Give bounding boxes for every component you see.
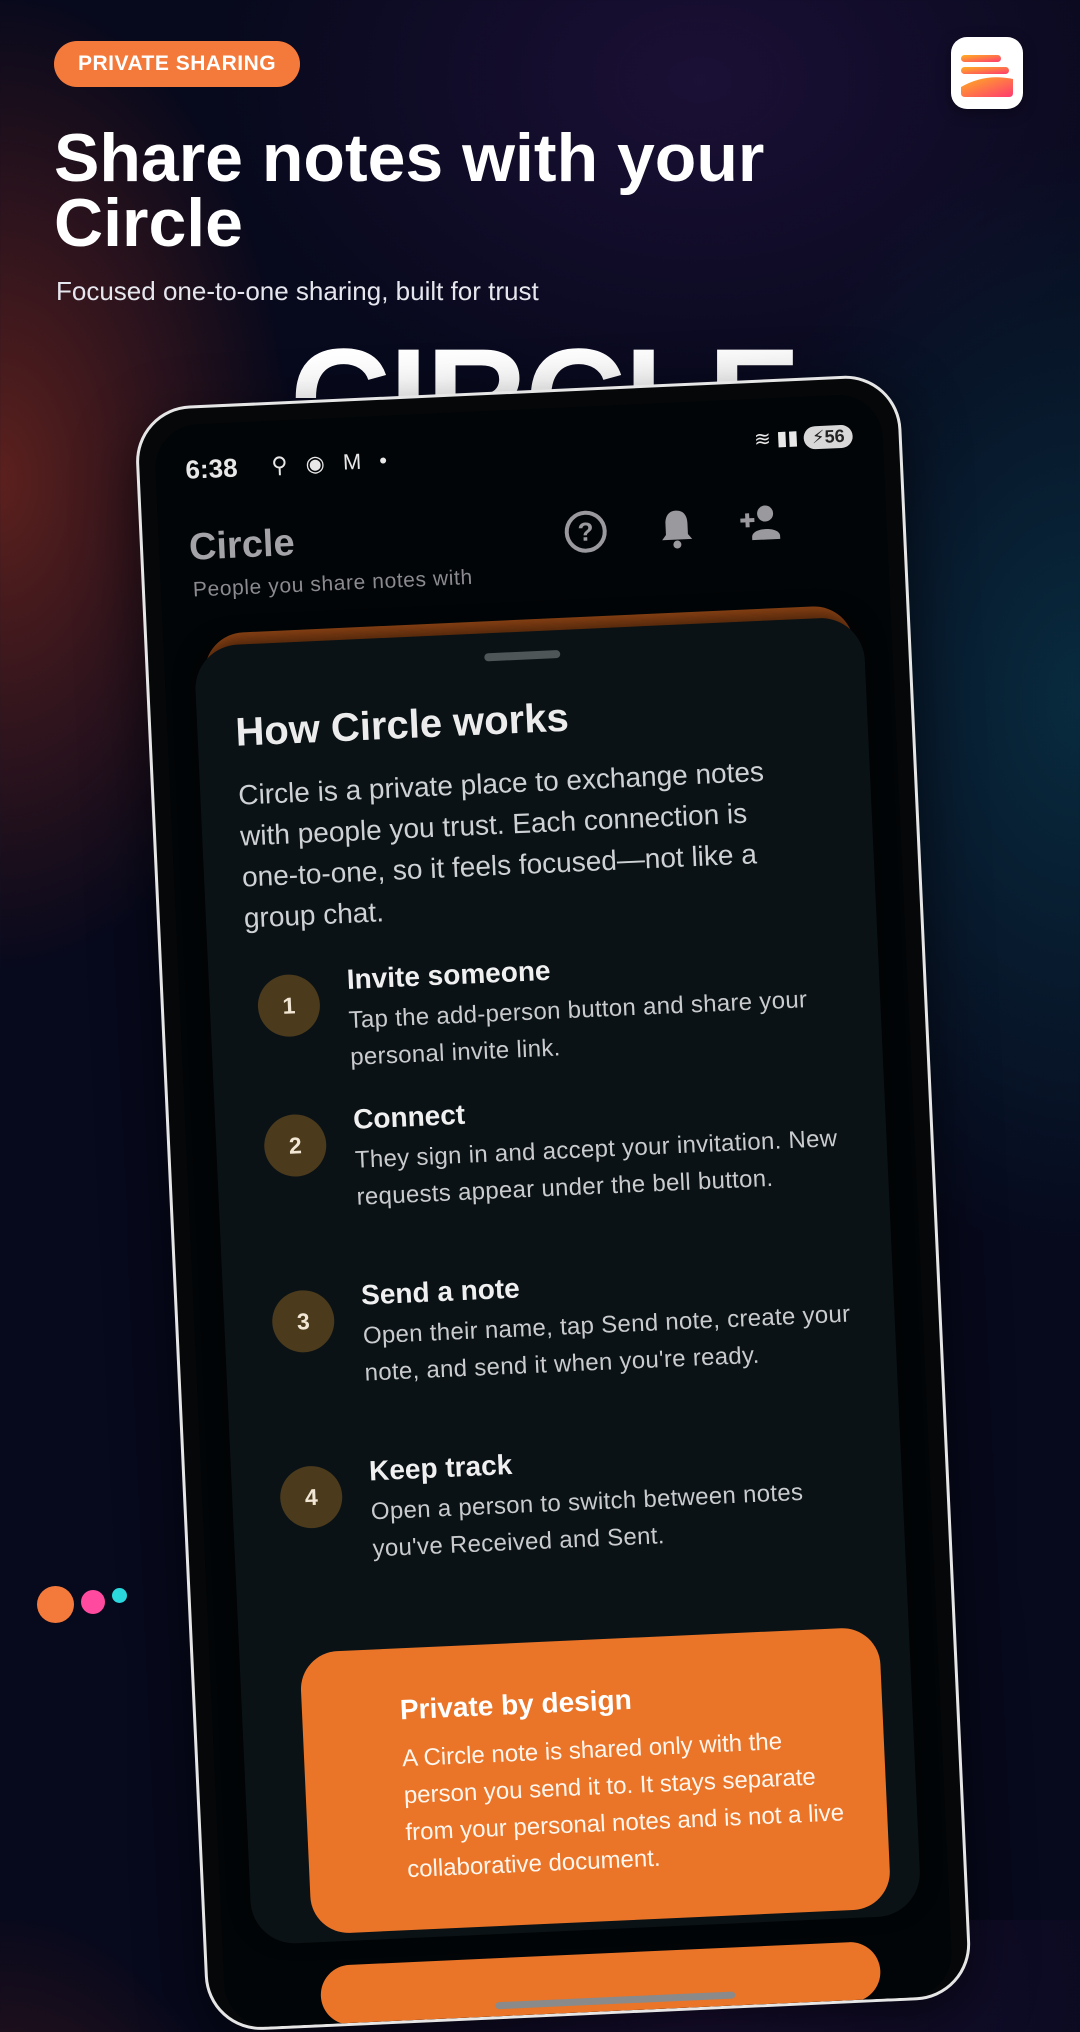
- help-icon[interactable]: ?: [563, 509, 608, 554]
- subheadline: Focused one-to-one sharing, built for tr…: [56, 276, 539, 306]
- promo-badge: PRIVATE SHARING: [54, 41, 301, 87]
- step-number: 2: [262, 1113, 328, 1178]
- signal-icon: ▮▮: [775, 426, 799, 450]
- privacy-card: Private by design A Circle note is share…: [299, 1626, 892, 1935]
- step-title: Invite someone: [346, 954, 552, 995]
- battery-indicator: ⚡56: [803, 424, 854, 450]
- app-bar-title: Circle: [188, 521, 296, 569]
- step-body: Open their name, tap Send note, create y…: [362, 1300, 851, 1387]
- status-bar: 6:38 ⚲ ◉ M • ≋ ▮▮ ⚡56: [185, 421, 854, 487]
- step-item: 2 Connect They sign in and accept your i…: [262, 1081, 862, 1211]
- phone-screen: 6:38 ⚲ ◉ M • ≋ ▮▮ ⚡56 Circle People you …: [153, 393, 954, 2029]
- step-title: Connect: [352, 1098, 466, 1135]
- privacy-card-body: A Circle note is shared only with the pe…: [401, 1728, 845, 1884]
- wifi-icon: ≋: [753, 428, 772, 451]
- step-body: Tap the add-person button and share your…: [348, 986, 808, 1071]
- step-title: Send a note: [360, 1272, 521, 1311]
- how-it-works-sheet: How Circle works Circle is a private pla…: [193, 616, 922, 1946]
- sheet-drag-handle[interactable]: [484, 649, 561, 662]
- step-body: They sign in and accept your invitation.…: [354, 1124, 838, 1211]
- step-number: 4: [278, 1464, 344, 1530]
- app-icon: [951, 37, 1023, 109]
- step-number: 1: [256, 973, 322, 1039]
- app-bar-subtitle: People you share notes with: [192, 565, 474, 602]
- step-item: 4 Keep track Open a person to switch bet…: [278, 1432, 877, 1562]
- privacy-card-title: Private by design: [399, 1683, 633, 1726]
- bottom-peek-card: [319, 1940, 882, 2027]
- bell-icon[interactable]: [654, 506, 700, 552]
- phone-mockup: 6:38 ⚲ ◉ M • ≋ ▮▮ ⚡56 Circle People you …: [133, 373, 973, 2032]
- dot-orange: [37, 1586, 74, 1623]
- step-number: 3: [270, 1288, 336, 1354]
- dot-pink: [81, 1590, 105, 1614]
- add-person-icon[interactable]: [738, 502, 784, 548]
- app-logo-icon: [961, 55, 1013, 97]
- step-item: 3 Send a note Open their name, tap Send …: [270, 1257, 870, 1387]
- status-time: 6:38: [184, 452, 239, 485]
- status-notification-icons: ⚲ ◉ M •: [270, 447, 394, 478]
- step-item: 1 Invite someone Tap the add-person butt…: [256, 941, 855, 1071]
- sheet-intro: Circle is a private place to exchange no…: [237, 755, 765, 934]
- sheet-title: How Circle works: [234, 695, 570, 755]
- step-title: Keep track: [368, 1449, 513, 1487]
- step-body: Open a person to switch between notes yo…: [370, 1478, 804, 1563]
- headline: Share notes with your Circle: [54, 120, 765, 261]
- dot-cyan: [112, 1588, 127, 1603]
- status-right: ≋ ▮▮ ⚡56: [754, 422, 854, 451]
